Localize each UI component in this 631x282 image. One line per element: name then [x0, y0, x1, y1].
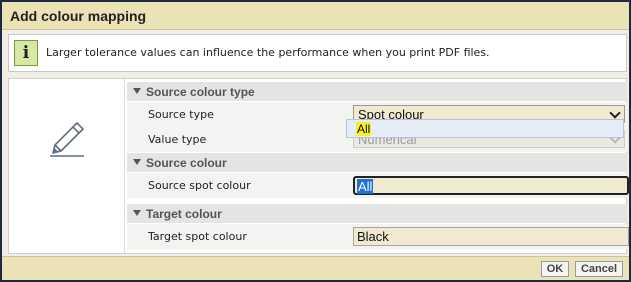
chevron-down-icon [609, 107, 621, 119]
target-spot-colour-value: Black [357, 229, 389, 244]
left-icon-pane [9, 79, 125, 253]
source-spot-colour-label: Source spot colour [148, 179, 251, 192]
selected-text: All [357, 179, 374, 194]
dialog-title: Add colour mapping [10, 8, 147, 24]
add-colour-mapping-dialog: Add colour mapping i Larger tolerance va… [0, 0, 631, 282]
collapse-triangle-icon [133, 88, 141, 94]
section-source-colour-type[interactable]: Source colour type [127, 82, 627, 101]
dialog-footer: OK Cancel [2, 256, 629, 280]
dialog-titlebar: Add colour mapping [2, 2, 629, 30]
section-source-colour[interactable]: Source colour [127, 153, 627, 172]
info-text: Larger tolerance values can influence th… [46, 46, 490, 59]
section-title: Source colour type [146, 85, 255, 99]
row-target-spot-colour: Target spot colour Black [127, 224, 629, 249]
row-source-spot-colour: Source spot colour All [127, 173, 629, 198]
cancel-button[interactable]: Cancel [575, 261, 623, 277]
form-body: Source colour type Source type Spot colo… [8, 78, 629, 254]
autocomplete-option[interactable]: All [356, 122, 372, 136]
section-target-colour[interactable]: Target colour [127, 204, 627, 223]
info-icon: i [14, 40, 38, 66]
info-message: i Larger tolerance values can influence … [8, 34, 627, 72]
collapse-triangle-icon [133, 159, 141, 165]
collapse-triangle-icon [133, 210, 141, 216]
target-spot-colour-label: Target spot colour [148, 230, 247, 243]
ok-button[interactable]: OK [541, 261, 569, 277]
section-title: Source colour [146, 156, 227, 170]
target-spot-colour-input[interactable]: Black [353, 227, 629, 246]
value-type-label: Value type [148, 133, 207, 146]
pencil-icon [50, 122, 84, 157]
section-title: Target colour [146, 207, 222, 221]
source-spot-colour-input[interactable]: All [353, 176, 629, 195]
source-type-label: Source type [148, 108, 214, 121]
autocomplete-dropdown: All [346, 119, 624, 138]
